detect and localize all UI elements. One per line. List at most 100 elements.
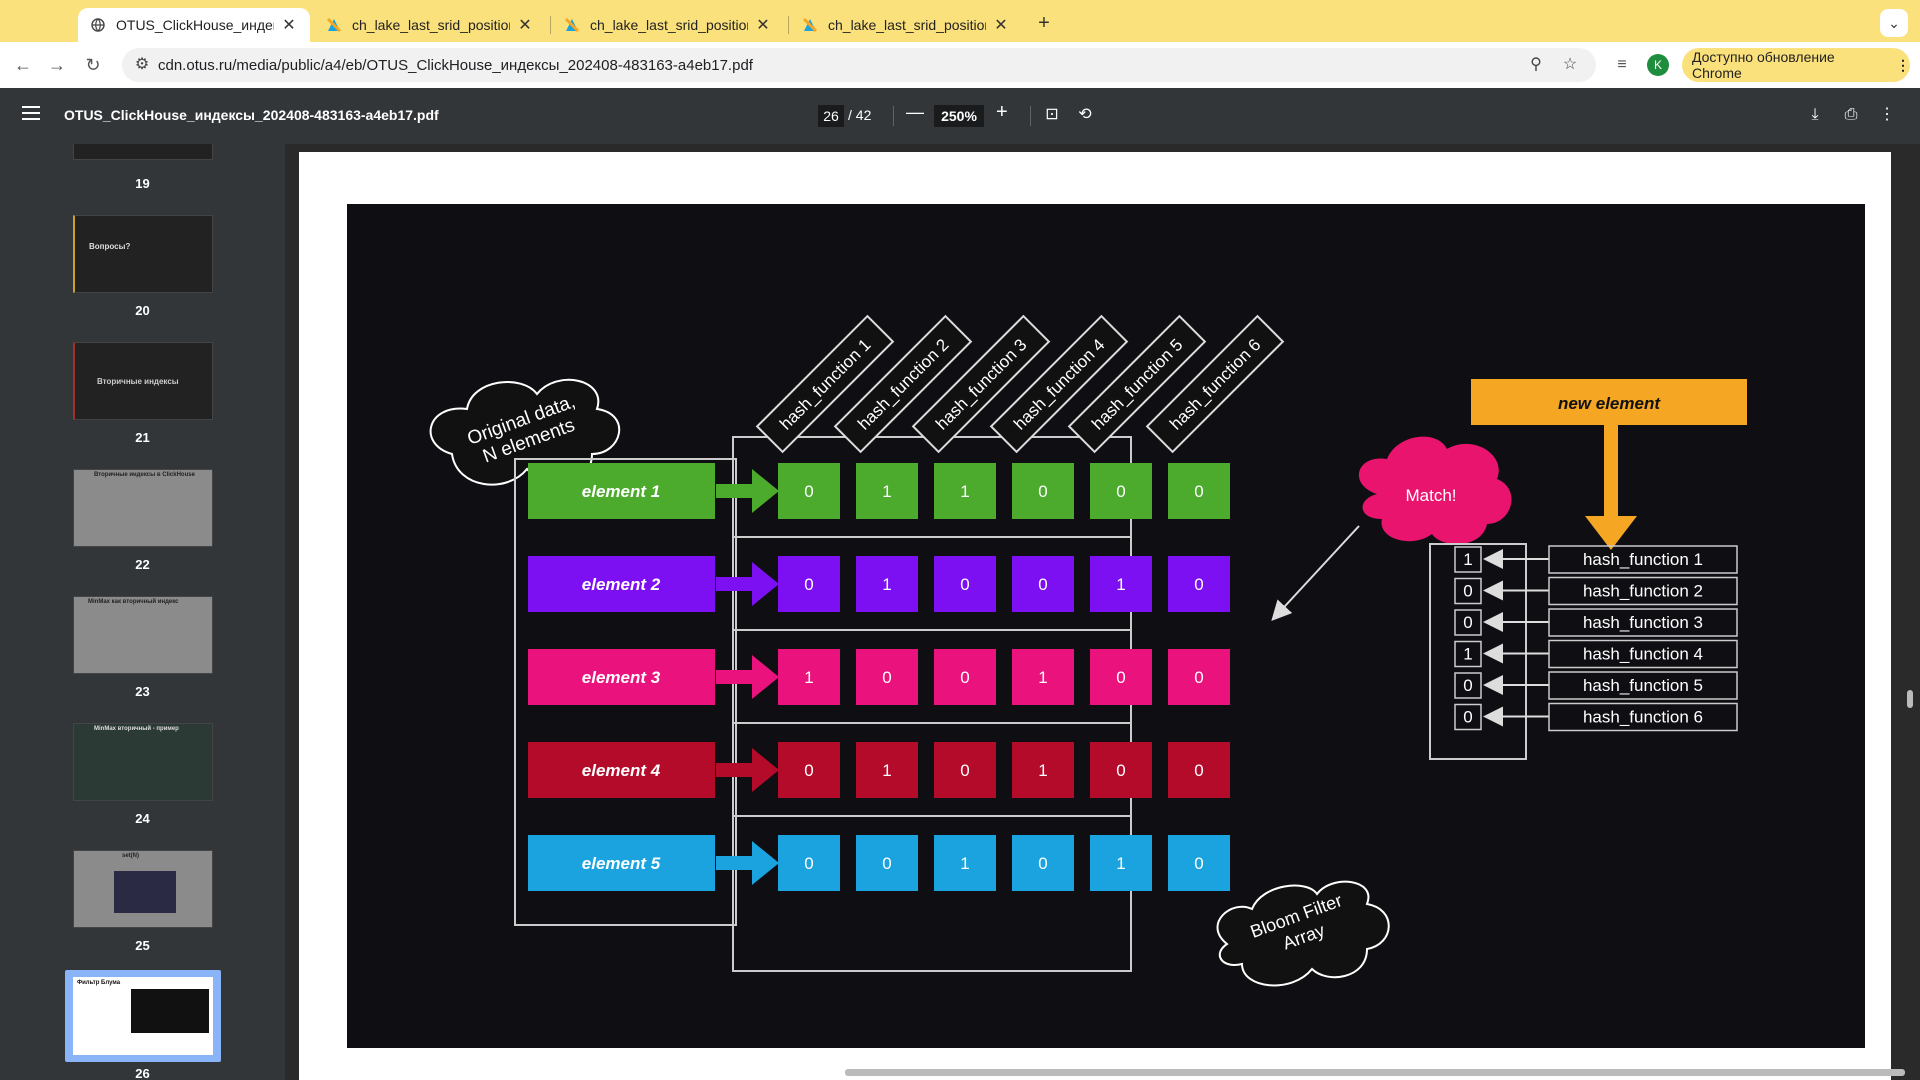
download-icon[interactable]: ⤓ (1803, 103, 1827, 127)
bit-value: 0 (1194, 575, 1203, 594)
bit-value: 0 (804, 854, 813, 873)
bit-value: 1 (1116, 854, 1125, 873)
match-arrow (1271, 525, 1360, 621)
bit-value: 1 (1038, 668, 1047, 687)
close-icon[interactable]: ✕ (280, 15, 298, 35)
element-arrow (716, 469, 779, 513)
divider (1030, 106, 1031, 126)
bit-value: 1 (882, 575, 891, 594)
update-label: Доступно обновление Chrome (1692, 49, 1835, 81)
media-controls-icon[interactable]: ≡ (1607, 50, 1637, 80)
thumbnail-label: Фильтр Блума (77, 980, 121, 986)
back-button[interactable]: ← (8, 50, 38, 80)
site-info-icon[interactable]: ⚙ (130, 53, 154, 77)
thumbnail-26[interactable]: Фильтр Блума (73, 977, 213, 1055)
bit-value: 0 (960, 761, 969, 780)
tab-title: ch_lake_last_srid_position_n (352, 17, 510, 33)
thumbnail-22[interactable]: Вторичные индексы в ClickHouse (73, 469, 213, 547)
new-element-arrow-shaft (1604, 425, 1618, 520)
lookup-bit: 0 (1463, 582, 1472, 601)
bit-value: 1 (1038, 761, 1047, 780)
page-number-input[interactable]: 26 (818, 105, 844, 127)
hash-function-headers: hash_function 1hash_function 2hash_funct… (755, 314, 1285, 454)
zoom-icon[interactable]: ⚲ (1524, 53, 1548, 77)
pdf-title: OTUS_ClickHouse_индексы_202408-483163-a4… (64, 107, 439, 123)
bit-value: 1 (804, 668, 813, 687)
thumbnail-21[interactable]: Вторичные индексы (73, 342, 213, 420)
bloom-filter-cloud: Bloom FilterArray (1216, 880, 1390, 987)
close-icon[interactable]: ✕ (754, 15, 772, 35)
avatar[interactable]: K (1647, 54, 1669, 76)
fit-page-icon[interactable]: ⊡ (1040, 103, 1064, 127)
thumbnail-label: MinMax вторичный - пример (94, 726, 179, 732)
bit-value: 1 (882, 482, 891, 501)
more-vert-icon: ⋮ (1896, 56, 1910, 73)
bit-value: 0 (1038, 575, 1047, 594)
lookup-bit: 1 (1463, 645, 1472, 664)
bit-value: 0 (1194, 668, 1203, 687)
match-label: Match! (1405, 486, 1456, 505)
thumbnail-23[interactable]: MinMax как вторичный индекс (73, 596, 213, 674)
datalens-icon (326, 17, 342, 33)
thumbnail-19[interactable] (73, 144, 213, 160)
element-label: element 2 (582, 575, 661, 594)
lookup-fn-label: hash_function 2 (1583, 582, 1703, 601)
bit-value: 0 (804, 482, 813, 501)
element-label: element 4 (582, 761, 661, 780)
thumbnail-label: Вторичные индексы в ClickHouse (94, 472, 195, 478)
bit-value: 0 (882, 668, 891, 687)
datalens-icon (564, 17, 580, 33)
zoom-input[interactable]: 250% (934, 105, 984, 127)
bookmark-star-icon[interactable]: ☆ (1558, 53, 1582, 77)
thumbnail-number: 26 (135, 1066, 150, 1080)
more-options-icon[interactable]: ⋮ (1875, 103, 1899, 127)
browser-toolbar: ← → ↻ ⚙ cdn.otus.ru/media/public/a4/eb/O… (0, 42, 1920, 88)
zoom-out-button[interactable]: — (906, 102, 924, 123)
thumbnail-sidebar: 19 Вопросы? 20 Вторичные индексы 21 Втор… (0, 144, 285, 1080)
tab-datalens-3[interactable]: ch_lake_last_srid_position_n ✕ (790, 8, 1022, 42)
new-tab-button[interactable]: + (1030, 10, 1058, 38)
page-horizontal-scrollbar[interactable] (845, 1069, 1905, 1076)
tab-title: ch_lake_last_srid_position_n (828, 17, 986, 33)
element-arrow (716, 655, 779, 699)
bit-value: 0 (1194, 761, 1203, 780)
element-label: element 1 (582, 482, 660, 501)
print-icon[interactable]: ⎙ (1839, 103, 1863, 127)
thumbnail-number: 22 (135, 557, 150, 572)
rotate-icon[interactable]: ⟲ (1073, 103, 1097, 127)
thumbnail-number: 23 (135, 684, 150, 699)
lookup-fn-label: hash_function 5 (1583, 676, 1703, 695)
tab-separator (550, 16, 551, 34)
tab-pdf[interactable]: OTUS_ClickHouse_индексы_202408-483163-a4… (78, 8, 310, 42)
bit-value: 0 (960, 668, 969, 687)
thumbnail-number: 20 (135, 303, 150, 318)
close-icon[interactable]: ✕ (516, 15, 534, 35)
bit-value: 0 (882, 854, 891, 873)
thumbnail-20[interactable]: Вопросы? (73, 215, 213, 293)
forward-button[interactable]: → (42, 50, 72, 80)
tab-datalens-2[interactable]: ch_lake_last_srid_position_n ✕ (552, 8, 784, 42)
tab-separator (788, 16, 789, 34)
element-arrow (716, 562, 779, 606)
thumbnail-25[interactable]: set(N) (73, 850, 213, 928)
thumbnail-24[interactable]: MinMax вторичный - пример (73, 723, 213, 801)
tab-search-button[interactable]: ⌄ (1880, 9, 1908, 37)
bit-value: 0 (1116, 761, 1125, 780)
bit-value: 1 (960, 482, 969, 501)
reload-button[interactable]: ↻ (78, 50, 108, 80)
pdf-toolbar: OTUS_ClickHouse_индексы_202408-483163-a4… (0, 88, 1920, 144)
element-label: element 3 (582, 668, 661, 687)
close-icon[interactable]: ✕ (992, 15, 1010, 35)
element-arrow (716, 841, 779, 885)
zoom-in-button[interactable]: + (996, 101, 1008, 124)
menu-icon[interactable] (22, 106, 40, 120)
thumbnail-label: set(N) (122, 853, 140, 859)
address-bar[interactable]: ⚙ cdn.otus.ru/media/public/a4/eb/OTUS_Cl… (122, 48, 1596, 82)
tab-datalens-1[interactable]: ch_lake_last_srid_position_n ✕ (314, 8, 546, 42)
lookup-bit: 0 (1463, 613, 1472, 632)
update-chrome-button[interactable]: Доступно обновление Chrome ⋮ (1682, 48, 1910, 82)
page-vertical-scrollbar[interactable] (1907, 690, 1913, 708)
bit-value: 0 (1194, 854, 1203, 873)
new-element-arrow-head (1585, 516, 1637, 550)
datalens-icon (802, 17, 818, 33)
